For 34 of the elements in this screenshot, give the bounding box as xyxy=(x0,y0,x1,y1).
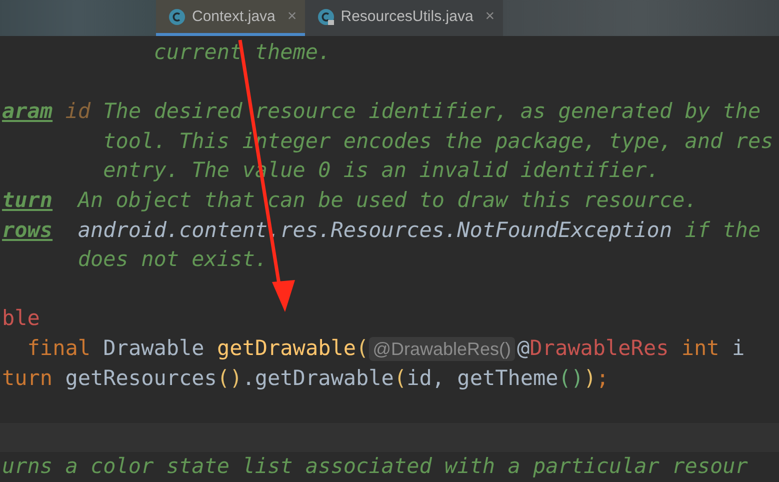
code-keyword: int xyxy=(681,334,720,362)
method-name: getDrawable xyxy=(216,334,356,362)
code-comment: urns a color state list associated with a particular resour xyxy=(2,453,748,480)
tab-label: ResourcesUtils.java xyxy=(340,8,474,25)
close-tab-button[interactable]: × xyxy=(287,8,297,26)
code-comment: does not exist. xyxy=(76,246,268,274)
code-comment: if the xyxy=(684,216,761,244)
doc-tag: turn xyxy=(2,186,53,216)
code-comment: current theme. xyxy=(152,39,331,66)
code-parenthesis: ( xyxy=(356,334,369,362)
parameter-hint: @DrawableRes() xyxy=(368,336,515,361)
code-keyword: turn xyxy=(2,364,54,392)
code-comment: The desired resource identifier, as generated by the xyxy=(102,98,761,126)
tab-label: Context.java xyxy=(192,8,276,25)
code-annotation: ble xyxy=(2,305,40,332)
code-parenthesis: ( xyxy=(394,364,407,392)
doc-param: id xyxy=(64,98,91,126)
code-keyword: ; xyxy=(596,364,609,392)
code-parenthesis: ) xyxy=(584,364,596,392)
code-annotation: DrawableRes xyxy=(530,334,670,362)
code-keyword: final xyxy=(26,334,92,362)
code-parenthesis: () xyxy=(558,364,584,392)
code-text: Drawable xyxy=(103,334,206,362)
close-tab-button[interactable]: × xyxy=(485,8,495,26)
code-text: id, getTheme xyxy=(406,364,558,392)
file-tab[interactable]: Context.java × xyxy=(156,0,305,36)
code-text: .getDrawable xyxy=(242,364,394,392)
code-text: getResources xyxy=(65,364,217,392)
code-text: @ xyxy=(517,334,530,362)
code-text: i xyxy=(732,334,745,362)
doc-tag: rows xyxy=(2,216,53,246)
code-parenthesis: () xyxy=(216,364,242,392)
code-comment: An object that can be used to draw this resource. xyxy=(76,186,698,214)
doc-tag: aram xyxy=(2,97,53,127)
